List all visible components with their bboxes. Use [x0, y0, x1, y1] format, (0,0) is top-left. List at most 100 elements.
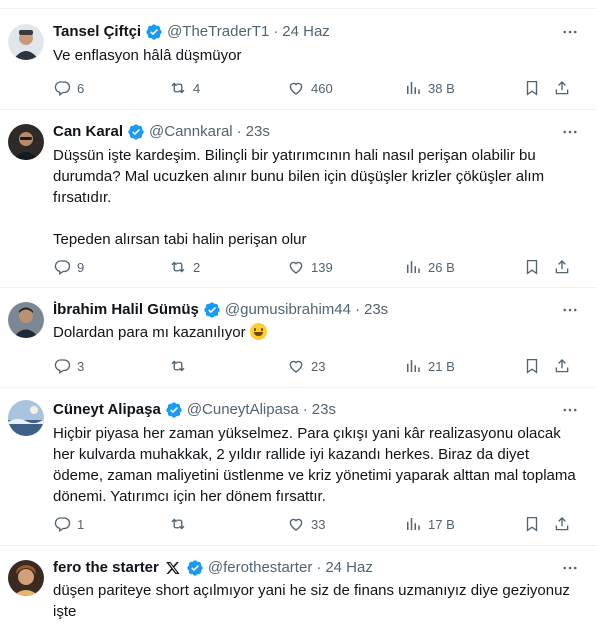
- tweet-text-container: Dolardan para mı kazanılıyor: [53, 322, 578, 343]
- user-handle[interactable]: @CuneytAlipasa: [187, 400, 299, 420]
- tweet[interactable]: Cüneyt Alipaşa @CuneytAlipasa · 23s Hiçb…: [0, 388, 596, 546]
- analytics-icon: [407, 360, 420, 372]
- analytics-icon: [407, 261, 420, 273]
- reply-button[interactable]: 6: [53, 78, 84, 98]
- like-button[interactable]: 460: [287, 78, 333, 98]
- avatar[interactable]: [8, 560, 44, 596]
- more-options-icon[interactable]: [558, 300, 582, 320]
- views-count: 17 B: [428, 516, 455, 532]
- avatar[interactable]: [8, 24, 44, 60]
- views-button[interactable]: 38 B: [404, 78, 455, 98]
- repost-button[interactable]: [169, 356, 193, 376]
- bookmark-icon: [526, 259, 538, 275]
- tweet-header: Tansel Çiftçi @TheTraderT1 · 24 Haz: [53, 22, 556, 42]
- avatar[interactable]: [8, 400, 44, 436]
- user-handle[interactable]: @gumusibrahim44: [225, 300, 351, 320]
- tweet-text: Hiçbir piyasa her zaman yükselmez. Para …: [53, 425, 576, 505]
- views-count: 26 B: [428, 259, 455, 275]
- like-count: 460: [311, 80, 333, 96]
- more-options-icon[interactable]: [558, 122, 582, 142]
- reply-count: 6: [77, 80, 85, 96]
- repost-button[interactable]: 2: [169, 257, 200, 277]
- like-count: 139: [311, 259, 333, 275]
- reply-count: 1: [77, 516, 85, 532]
- repost-count: 2: [193, 259, 201, 275]
- tweet-text: Ve enflasyon hâlâ düşmüyor: [53, 47, 242, 64]
- avatar[interactable]: [8, 302, 44, 338]
- tweet[interactable]: Can Karal @Cannkaral · 23s Düşsün işte k…: [0, 110, 596, 288]
- display-name[interactable]: fero the starter: [53, 558, 159, 578]
- bookmark-button[interactable]: [523, 356, 541, 376]
- views-button[interactable]: 21 B: [404, 356, 455, 376]
- bookmark-icon: [526, 80, 538, 96]
- display-name[interactable]: Cüneyt Alipaşa: [53, 400, 161, 420]
- more-options-icon[interactable]: [558, 400, 582, 420]
- reply-count: 9: [77, 259, 85, 275]
- tweet-header: İbrahim Halil Gümüş @gumusibrahim44 · 23…: [53, 300, 556, 320]
- share-button[interactable]: [553, 356, 571, 376]
- verified-badge-icon: [203, 301, 221, 319]
- tweet-actions: 6 4 460 38 B: [53, 78, 586, 98]
- tweet-text: Dolardan para mı kazanılıyor: [53, 324, 246, 341]
- avatar[interactable]: [8, 124, 44, 160]
- grinning-face-emoji-icon: [249, 323, 267, 340]
- heart-icon: [289, 82, 303, 95]
- display-name[interactable]: İbrahim Halil Gümüş: [53, 300, 199, 320]
- share-button[interactable]: [553, 78, 571, 98]
- share-icon: [555, 359, 569, 373]
- bookmark-button[interactable]: [523, 514, 541, 534]
- bookmark-icon: [526, 358, 538, 374]
- views-button[interactable]: 26 B: [404, 257, 455, 277]
- share-button[interactable]: [553, 257, 571, 277]
- verified-badge-icon: [165, 401, 183, 419]
- like-button[interactable]: 139: [287, 257, 333, 277]
- like-button[interactable]: 33: [287, 514, 325, 534]
- user-handle[interactable]: @ferothestarter: [208, 558, 312, 578]
- heart-icon: [289, 360, 303, 373]
- separator-dot: ·: [273, 23, 279, 40]
- tweet-header: Cüneyt Alipaşa @CuneytAlipasa · 23s: [53, 400, 556, 420]
- share-icon: [555, 517, 569, 531]
- tweet-actions: 1 33 17 B: [53, 514, 586, 534]
- reply-button[interactable]: 3: [53, 356, 84, 376]
- user-handle[interactable]: @Cannkaral: [149, 122, 233, 142]
- more-options-icon[interactable]: [558, 558, 582, 578]
- separator-dot: ·: [355, 301, 360, 318]
- timestamp[interactable]: 23s: [364, 300, 388, 320]
- tweet[interactable]: fero the starter @ferothestarter · 24 Ha…: [0, 546, 596, 628]
- user-handle[interactable]: @TheTraderT1: [167, 22, 269, 42]
- timeline-feed: Tansel Çiftçi @TheTraderT1 · 24 Haz Ve e…: [0, 0, 596, 628]
- repost-button[interactable]: [169, 514, 193, 534]
- reply-button[interactable]: 1: [53, 514, 84, 534]
- verified-badge-icon: [127, 123, 145, 141]
- display-name[interactable]: Tansel Çiftçi: [53, 22, 141, 42]
- separator-dot: ·: [236, 123, 242, 140]
- like-button[interactable]: 23: [287, 356, 325, 376]
- tweet-actions: 3 23 21 B: [53, 356, 586, 376]
- views-button[interactable]: 17 B: [404, 514, 455, 534]
- more-options-icon[interactable]: [558, 22, 582, 42]
- share-button[interactable]: [553, 514, 571, 534]
- timestamp[interactable]: 24 Haz: [325, 558, 373, 578]
- timestamp[interactable]: 23s: [312, 400, 336, 420]
- like-count: 23: [311, 358, 326, 374]
- analytics-icon: [407, 82, 420, 94]
- display-name[interactable]: Can Karal: [53, 122, 123, 142]
- verified-badge-icon: [145, 23, 163, 41]
- x-logo-icon: [165, 560, 181, 576]
- timestamp[interactable]: 24 Haz: [282, 22, 330, 42]
- repost-button[interactable]: 4: [169, 78, 200, 98]
- reply-icon: [54, 359, 71, 375]
- reply-button[interactable]: 9: [53, 257, 84, 277]
- analytics-icon: [407, 518, 420, 530]
- heart-icon: [289, 261, 303, 274]
- bookmark-button[interactable]: [523, 257, 541, 277]
- timestamp[interactable]: 23s: [246, 122, 270, 142]
- bookmark-button[interactable]: [523, 78, 541, 98]
- verified-badge-icon: [186, 559, 204, 577]
- repost-icon: [171, 360, 185, 372]
- tweet[interactable]: Tansel Çiftçi @TheTraderT1 · 24 Haz Ve e…: [0, 9, 596, 110]
- tweet[interactable]: İbrahim Halil Gümüş @gumusibrahim44 · 23…: [0, 288, 596, 388]
- tweet-header: Can Karal @Cannkaral · 23s: [53, 122, 556, 142]
- tweet-text: düşen pariteye short açılmıyor yani he s…: [53, 582, 570, 620]
